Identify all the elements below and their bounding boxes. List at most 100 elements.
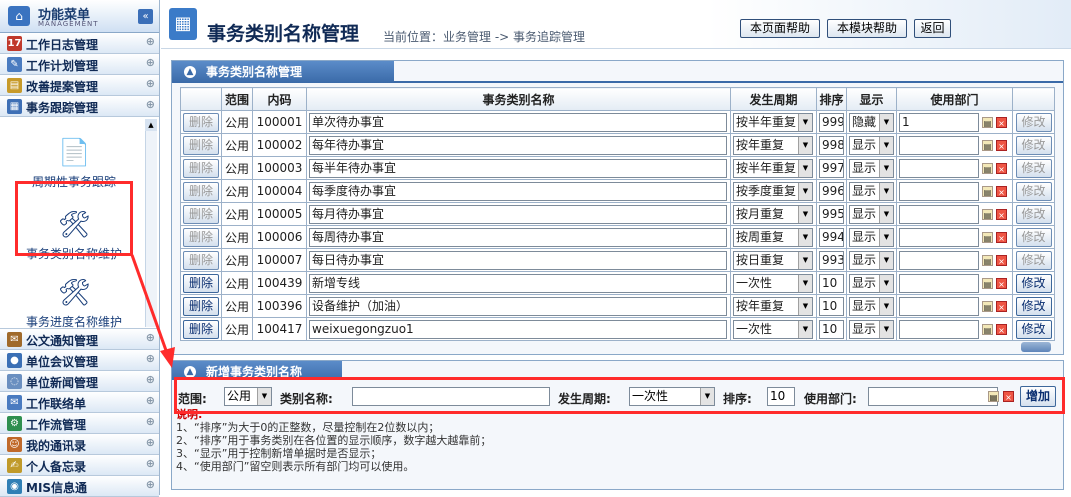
edit-button[interactable]: 修改 [1015, 319, 1052, 339]
sidebar-item-bottom-7[interactable]: ◉ MIS信息通 ⊕ [0, 476, 159, 497]
edit-button[interactable]: 修改 [1015, 181, 1052, 201]
collapse-icon[interactable]: « [138, 9, 153, 24]
dept-clear-icon[interactable]: × [996, 162, 1007, 174]
order-input[interactable]: 999 [819, 112, 844, 132]
expand-icon[interactable]: ⊕ [146, 331, 155, 344]
sidebar-item-bottom-6[interactable]: ✍ 个人备忘录 ⊕ [0, 455, 159, 476]
edit-button[interactable]: 修改 [1015, 273, 1052, 293]
cycle-select[interactable]: 按年重复 ▼ [733, 135, 813, 155]
category-name-input[interactable]: 每半年待办事宜 [309, 158, 727, 178]
dept-input[interactable]: 1 [899, 112, 979, 132]
dept-picker-icon[interactable]: ▤ [982, 116, 993, 128]
show-select[interactable]: 显示 ▼ [849, 227, 894, 247]
cycle-select[interactable]: 一次性 ▼ [733, 319, 813, 339]
cycle-select[interactable]: 按半年重复 ▼ [733, 112, 813, 132]
sidebar-item-bottom-3[interactable]: ✉ 工作联络单 ⊕ [0, 392, 159, 413]
edit-button[interactable]: 修改 [1015, 112, 1052, 132]
dept-picker-icon[interactable]: ▤ [982, 139, 993, 151]
delete-button[interactable]: 删除 [183, 158, 219, 178]
show-select[interactable]: 显示 ▼ [849, 158, 894, 178]
edit-button[interactable]: 修改 [1015, 296, 1052, 316]
dept-input[interactable] [899, 135, 979, 155]
expand-icon[interactable]: ⊕ [146, 436, 155, 449]
dept-clear-icon[interactable]: × [996, 323, 1007, 335]
show-select[interactable]: 显示 ▼ [849, 273, 894, 293]
category-name-input[interactable]: 每周待办事宜 [309, 227, 727, 247]
dept-input[interactable] [899, 158, 979, 178]
sidebar-item-bottom-1[interactable]: ● 单位会议管理 ⊕ [0, 350, 159, 371]
sidebar-item-top-0[interactable]: 17 工作日志管理 ⊕ [0, 33, 159, 54]
show-select[interactable]: 隐藏 ▼ [849, 112, 894, 132]
sidebar-item-bottom-0[interactable]: ✉ 公文通知管理 ⊕ [0, 329, 159, 350]
show-select[interactable]: 显示 ▼ [849, 204, 894, 224]
scroll-up-icon[interactable]: ▲ [145, 119, 157, 131]
order-input[interactable]: 998 [819, 135, 844, 155]
show-select[interactable]: 显示 ▼ [849, 319, 894, 339]
dept-input[interactable] [899, 181, 979, 201]
sidebar-item-bottom-5[interactable]: ☺ 我的通讯录 ⊕ [0, 434, 159, 455]
page-help-button[interactable]: 本页面帮助 [740, 19, 820, 38]
delete-button[interactable]: 删除 [183, 273, 219, 293]
dept-picker-icon[interactable]: ▤ [982, 208, 993, 220]
expand-icon[interactable]: ⊕ [146, 415, 155, 428]
cycle-select[interactable]: 一次性 ▼ [733, 273, 813, 293]
dept-clear-icon[interactable]: × [996, 116, 1007, 128]
order-input[interactable]: 996 [819, 181, 844, 201]
dept-input[interactable] [899, 296, 979, 316]
dept-picker-icon[interactable]: ▤ [982, 231, 993, 243]
dept-input[interactable] [899, 273, 979, 293]
dept-input[interactable] [899, 204, 979, 224]
order-input[interactable]: 10 [819, 296, 844, 316]
delete-button[interactable]: 删除 [183, 296, 219, 316]
dept-clear-icon[interactable]: × [996, 208, 1007, 220]
dept-picker-icon[interactable]: ▤ [982, 323, 993, 335]
category-name-input[interactable]: 每年待办事宜 [309, 135, 727, 155]
dept-clear-icon[interactable]: × [996, 139, 1007, 151]
dept-clear-icon[interactable]: × [996, 300, 1007, 312]
dept-clear-icon[interactable]: × [996, 277, 1007, 289]
show-select[interactable]: 显示 ▼ [849, 135, 894, 155]
edit-button[interactable]: 修改 [1015, 135, 1052, 155]
dept-picker-icon[interactable]: ▤ [982, 300, 993, 312]
order-input[interactable]: 10 [819, 273, 844, 293]
delete-button[interactable]: 删除 [183, 204, 219, 224]
module-help-button[interactable]: 本模块帮助 [827, 19, 907, 38]
edit-button[interactable]: 修改 [1015, 204, 1052, 224]
order-input[interactable]: 10 [819, 319, 844, 339]
show-select[interactable]: 显示 ▼ [849, 296, 894, 316]
show-select[interactable]: 显示 ▼ [849, 181, 894, 201]
expand-icon[interactable]: ⊕ [146, 56, 155, 69]
dept-picker-icon[interactable]: ▤ [982, 254, 993, 266]
show-select[interactable]: 显示 ▼ [849, 250, 894, 270]
expand-icon[interactable]: ⊕ [146, 35, 155, 48]
delete-button[interactable]: 删除 [183, 319, 219, 339]
dept-clear-icon[interactable]: × [996, 185, 1007, 197]
cycle-select[interactable]: 按年重复 ▼ [733, 296, 813, 316]
order-input[interactable]: 994 [819, 227, 844, 247]
delete-button[interactable]: 删除 [183, 135, 219, 155]
sidebar-item-bottom-2[interactable]: ◌ 单位新闻管理 ⊕ [0, 371, 159, 392]
dept-clear-icon[interactable]: × [996, 254, 1007, 266]
delete-button[interactable]: 删除 [183, 112, 219, 132]
category-name-input[interactable]: 每季度待办事宜 [309, 181, 727, 201]
expand-icon[interactable]: ⊕ [146, 478, 155, 491]
cycle-select[interactable]: 按月重复 ▼ [733, 204, 813, 224]
cycle-select[interactable]: 按周重复 ▼ [733, 227, 813, 247]
expand-icon[interactable]: ⊕ [146, 373, 155, 386]
dept-picker-icon[interactable]: ▤ [982, 277, 993, 289]
category-name-input[interactable]: 单次待办事宜 [309, 112, 727, 132]
edit-button[interactable]: 修改 [1015, 227, 1052, 247]
cycle-select[interactable]: 按日重复 ▼ [733, 250, 813, 270]
expand-icon[interactable]: ⊕ [146, 77, 155, 90]
sidebar-item-top-2[interactable]: ▤ 改善提案管理 ⊕ [0, 75, 159, 96]
order-input[interactable]: 995 [819, 204, 844, 224]
dept-clear-icon[interactable]: × [996, 231, 1007, 243]
expand-icon[interactable]: ⊕ [146, 394, 155, 407]
delete-button[interactable]: 删除 [183, 250, 219, 270]
sidebar-item-top-1[interactable]: ✎ 工作计划管理 ⊕ [0, 54, 159, 75]
category-name-input[interactable]: 设备维护（加油） [309, 296, 727, 316]
cycle-select[interactable]: 按季度重复 ▼ [733, 181, 813, 201]
sidebar-item-top-3[interactable]: ▦ 事务跟踪管理 ⊕ [0, 96, 159, 117]
category-name-input[interactable]: 新增专线 [309, 273, 727, 293]
dept-input[interactable] [899, 319, 979, 339]
